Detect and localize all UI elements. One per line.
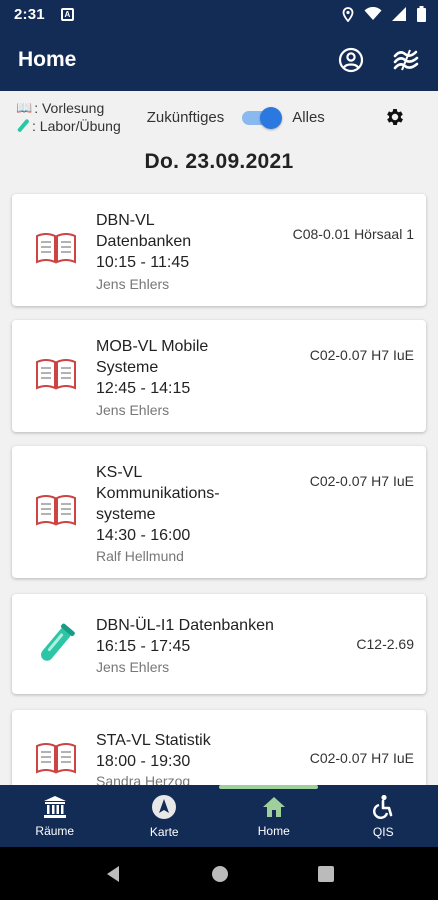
nav-item-qis[interactable]: QIS [329, 785, 438, 847]
event-name: DBN-ÜL-I1 Datenbanken [96, 617, 274, 634]
page-title: Home [18, 47, 77, 71]
status-time: 2:31 [14, 5, 45, 23]
event-room: C02-0.07 H7 IuE [309, 473, 414, 489]
event-name: MOB-VL Mobile Systeme [96, 338, 209, 376]
event-room: C02-0.07 H7 IuE [309, 347, 414, 363]
signal-icon [392, 7, 406, 21]
event-lecturer: Jens Ehlers [96, 276, 170, 292]
legend: 📖 : Vorlesung : Labor/Übung [16, 99, 121, 135]
back-icon[interactable] [104, 865, 122, 883]
nav-label-qis: QIS [372, 824, 394, 839]
event-time: 14:30 - 16:00 [96, 527, 191, 544]
notification-icon: A [60, 7, 74, 21]
waves-logo-icon[interactable] [392, 47, 420, 73]
location-icon [342, 6, 354, 22]
event-room: C08-0.01 Hörsaal 1 [292, 226, 414, 242]
legend-lecture-label: : Vorlesung [34, 100, 105, 116]
gear-icon[interactable] [384, 106, 406, 128]
event-card[interactable]: DBN-ÜL-I1 Datenbanken 16:15 - 17:45 Jens… [12, 594, 426, 694]
bottom-nav: Räume Karte Home QIS [0, 785, 438, 847]
legend-lab-label: : Labor/Übung [32, 118, 121, 134]
home-icon [262, 796, 285, 817]
event-list: DBN-VL Datenbanken 10:15 - 11:45 Jens Ehl… [0, 190, 438, 785]
date-header: Do. 23.09.2021 [144, 150, 294, 173]
nav-item-rooms[interactable]: Räume [0, 785, 110, 847]
event-time: 10:15 - 11:45 [96, 254, 190, 271]
event-lecturer: Sandra Herzog [96, 773, 191, 785]
event-card[interactable]: DBN-VL Datenbanken 10:15 - 11:45 Jens Ehl… [12, 194, 426, 306]
test-tube-icon [41, 623, 75, 661]
event-room: C02-0.07 H7 IuE [309, 750, 414, 766]
book-icon [36, 359, 76, 390]
book-icon [36, 233, 76, 264]
filter-future-label: Zukünftiges [146, 108, 225, 126]
event-time: 16:15 - 17:45 [96, 638, 191, 655]
wifi-icon [364, 7, 382, 20]
event-name: STA-VL Statistik [96, 732, 211, 749]
compass-icon [152, 794, 177, 819]
nav-label-map: Karte [149, 824, 179, 839]
event-lecturer: Jens Ehlers [96, 402, 170, 418]
event-time: 18:00 - 19:30 [96, 753, 191, 770]
book-icon [36, 743, 76, 774]
battery-icon [417, 6, 426, 22]
recents-icon[interactable] [317, 865, 334, 882]
event-name: DBN-VL Datenbanken [96, 212, 192, 250]
nav-item-map[interactable]: Karte [110, 785, 220, 847]
filter-all-label: Alles [292, 108, 325, 126]
filter-bar: 📖 : Vorlesung : Labor/Übung Zukünftiges … [0, 91, 438, 143]
event-lecturer: Jens Ehlers [96, 659, 170, 675]
account-circle-icon[interactable] [338, 47, 364, 73]
book-icon: 📖 [16, 100, 33, 115]
nav-label-home: Home [257, 823, 290, 838]
book-icon [36, 495, 76, 526]
accessibility-icon [373, 794, 393, 819]
event-lecturer: Ralf Hellmund [96, 548, 184, 564]
event-card[interactable]: STA-VL Statistik 18:00 - 19:30 Sandra He… [12, 710, 426, 785]
event-time: 12:45 - 14:15 [96, 380, 191, 397]
nav-label-rooms: Räume [35, 823, 75, 838]
app-bar: Home [0, 28, 438, 91]
event-card[interactable]: MOB-VL Mobile Systeme 12:45 - 14:15 Jens … [12, 320, 426, 432]
building-icon [43, 795, 66, 818]
nav-item-home[interactable]: Home [219, 785, 329, 847]
status-bar: 2:31 A [0, 0, 438, 28]
system-nav-bar [0, 847, 438, 900]
home-circle-icon[interactable] [211, 865, 229, 883]
event-card[interactable]: KS-VL Kommunikations-systeme 14:30 - 16:0… [12, 446, 426, 578]
event-name: KS-VL Kommunikations-systeme [96, 464, 220, 523]
event-room: C12-2.69 [356, 636, 414, 652]
filter-toggle[interactable] [240, 107, 283, 129]
test-tube-icon [17, 119, 29, 132]
